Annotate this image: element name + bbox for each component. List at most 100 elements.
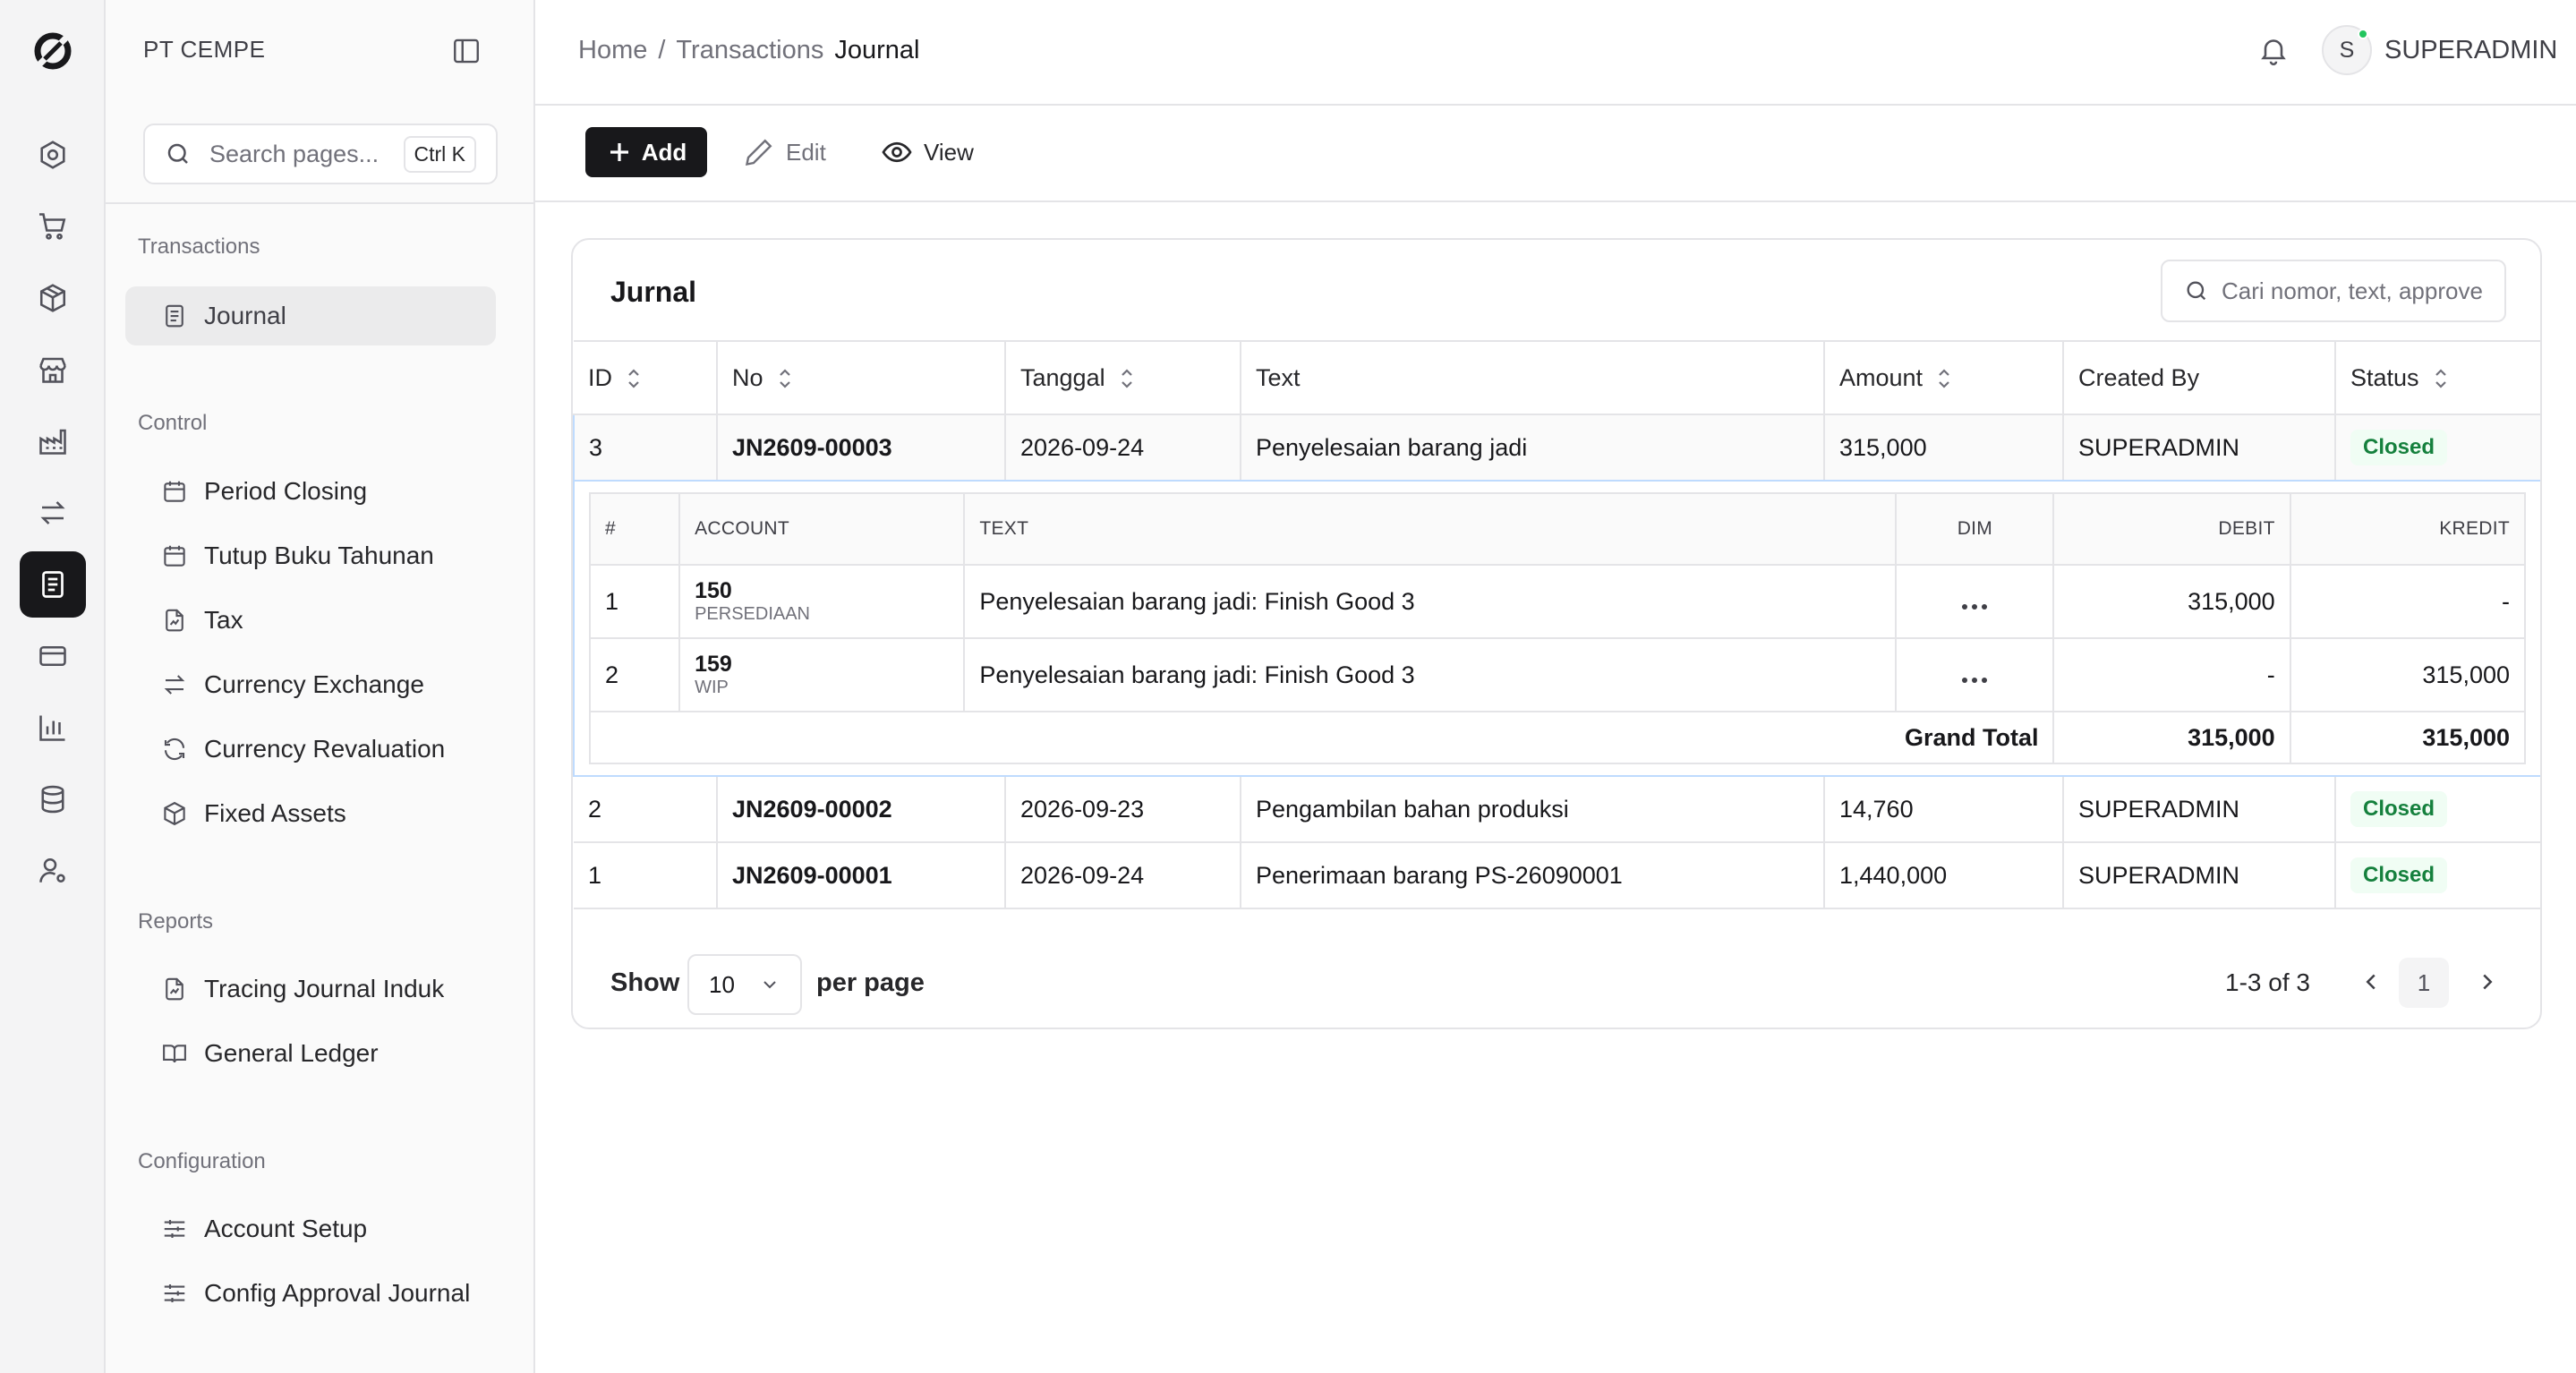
top-header: Home / Transactions Journal S SUPERADMIN (535, 0, 2576, 106)
transfer-icon[interactable] (20, 480, 86, 546)
journal-search-input[interactable]: Cari nomor, text, approve (2161, 260, 2506, 322)
grand-total-kredit: 315,000 (2422, 723, 2510, 751)
store-icon[interactable] (20, 337, 86, 403)
table-row[interactable]: 1 JN2609-00001 2026-09-24 Penerimaan bar… (574, 842, 2540, 909)
breadcrumb-home[interactable]: Home (578, 36, 647, 65)
table-row[interactable]: 3 JN2609-00003 2026-09-24 Penyelesaian b… (573, 414, 2540, 482)
chevron-right-icon[interactable] (2474, 968, 2501, 995)
sidebar-item-tutup-buku-tahunan[interactable]: Tutup Buku Tahunan (125, 526, 496, 585)
breadcrumb-transactions[interactable]: Transactions (676, 36, 823, 65)
sidebar-item-label: Period Closing (204, 477, 368, 505)
column-label: Created By (2078, 363, 2200, 391)
settings-icon[interactable] (20, 122, 86, 188)
sidebar-item-tax[interactable]: Tax (125, 591, 496, 650)
add-button[interactable]: Add (585, 127, 707, 177)
sidebar-item-label: Journal (204, 302, 286, 329)
sidebar-item-config-approval-journal[interactable]: Config Approval Journal (125, 1264, 496, 1323)
sidebar-item-label: Tracing Journal Induk (204, 975, 445, 1002)
view-button[interactable]: View (881, 127, 974, 177)
cell-no: JN2609-00002 (717, 776, 1006, 843)
column-label: Tanggal (1020, 363, 1105, 391)
column-header-created-by: Created By (2063, 340, 2336, 415)
avatar[interactable]: S (2322, 25, 2372, 75)
group-label-transactions: Transactions (138, 235, 260, 259)
sidebar-item-label: Currency Exchange (204, 670, 424, 698)
cell-amount: 1,440,000 (1824, 842, 2064, 909)
sidebar-item-tracing-journal-induk[interactable]: Tracing Journal Induk (125, 959, 496, 1019)
column-header-tanggal[interactable]: Tanggal (1005, 340, 1241, 415)
table-row[interactable]: 2 JN2609-00002 2026-09-23 Pengambilan ba… (574, 776, 2540, 843)
database-icon[interactable] (20, 766, 86, 832)
sidebar-item-general-ledger[interactable]: General Ledger (125, 1024, 496, 1083)
more-dots-icon[interactable] (1962, 603, 1988, 610)
refresh-icon (164, 738, 185, 761)
detail-col-kredit: KREDIT (2290, 492, 2525, 566)
group-label-configuration: Configuration (138, 1149, 266, 1173)
chevron-left-icon[interactable] (2358, 968, 2384, 995)
factory-icon[interactable] (20, 408, 86, 474)
more-dots-icon[interactable] (1962, 677, 1988, 683)
line-debit: - (2053, 638, 2291, 712)
column-header-status[interactable]: Status (2335, 340, 2540, 415)
breadcrumb: Home / Transactions Journal (578, 36, 919, 65)
detail-col-account: ACCOUNT (679, 492, 966, 566)
pagination: Show 10 per page 1-3 of 3 1 (573, 938, 2540, 1028)
page-number-button[interactable]: 1 (2399, 958, 2449, 1008)
cell-amount: 14,760 (1824, 776, 2064, 843)
per-page-select[interactable]: 10 (687, 954, 802, 1015)
line-kredit: - (2290, 565, 2525, 639)
column-header-id[interactable]: ID (574, 340, 718, 415)
cart-icon[interactable] (20, 193, 86, 260)
sort-icon[interactable] (1118, 367, 1136, 390)
sidebar-item-label: Tutup Buku Tahunan (204, 542, 434, 569)
credit-card-icon[interactable] (20, 623, 86, 689)
cell-tanggal: 2026-09-23 (1005, 776, 1241, 843)
user-name[interactable]: SUPERADMIN (2384, 36, 2557, 65)
sidebar-toggle-icon[interactable] (451, 36, 482, 66)
journal-icon[interactable] (20, 551, 86, 618)
file-chart-icon (166, 609, 183, 632)
sidebar-item-period-closing[interactable]: Period Closing (125, 462, 496, 521)
table-header-row: ID No Tanggal Text Amount Created By Sta… (574, 340, 2540, 415)
sort-icon[interactable] (776, 367, 794, 390)
sort-icon[interactable] (1935, 367, 1953, 390)
account-name: WIP (695, 678, 729, 697)
column-label: ID (588, 363, 612, 391)
per-page-label: per page (816, 968, 925, 997)
column-header-amount[interactable]: Amount (1824, 340, 2064, 415)
search-placeholder: Search pages... (209, 140, 380, 167)
per-page-value: 10 (709, 970, 735, 998)
sidebar-item-currency-revaluation[interactable]: Currency Revaluation (125, 720, 496, 779)
app-logo-icon[interactable] (30, 29, 75, 73)
sort-icon[interactable] (625, 367, 643, 390)
page-range: 1-3 of 3 (2225, 968, 2310, 996)
cell-status: Closed (2335, 842, 2540, 909)
line-kredit: 315,000 (2290, 638, 2525, 712)
bar-chart-icon[interactable] (20, 695, 86, 761)
cell-created-by: SUPERADMIN (2063, 414, 2336, 482)
pencil-icon (745, 139, 772, 166)
line-debit: 315,000 (2053, 565, 2291, 639)
account-code: 159 (695, 652, 732, 677)
notification-bell-icon[interactable] (2257, 34, 2290, 66)
edit-button[interactable]: Edit (743, 127, 826, 177)
cell-id: 3 (573, 414, 718, 482)
file-chart-icon (166, 977, 183, 1001)
sort-icon[interactable] (2432, 367, 2450, 390)
sidebar-item-currency-exchange[interactable]: Currency Exchange (125, 655, 496, 714)
column-label: No (732, 363, 763, 391)
detail-col-text: TEXT (964, 492, 1898, 566)
sidebar-item-account-setup[interactable]: Account Setup (125, 1199, 496, 1258)
page-search-input[interactable]: Search pages... Ctrl K (143, 124, 498, 184)
cell-no: JN2609-00003 (717, 414, 1006, 482)
package-icon[interactable] (20, 265, 86, 331)
grand-total-row: Grand Total 315,000 315,000 (590, 712, 2525, 763)
status-badge: Closed (2350, 430, 2448, 465)
sidebar-item-fixed-assets[interactable]: Fixed Assets (125, 784, 496, 843)
sidebar-item-journal[interactable]: Journal (125, 286, 496, 345)
detail-line-row: 2 159 WIP Penyelesaian barang jadi: Fini… (590, 638, 2525, 712)
user-settings-icon[interactable] (20, 838, 86, 904)
column-header-no[interactable]: No (717, 340, 1006, 415)
journal-table: ID No Tanggal Text Amount Created By Sta… (573, 340, 2540, 909)
card-title: Jurnal (610, 276, 697, 308)
